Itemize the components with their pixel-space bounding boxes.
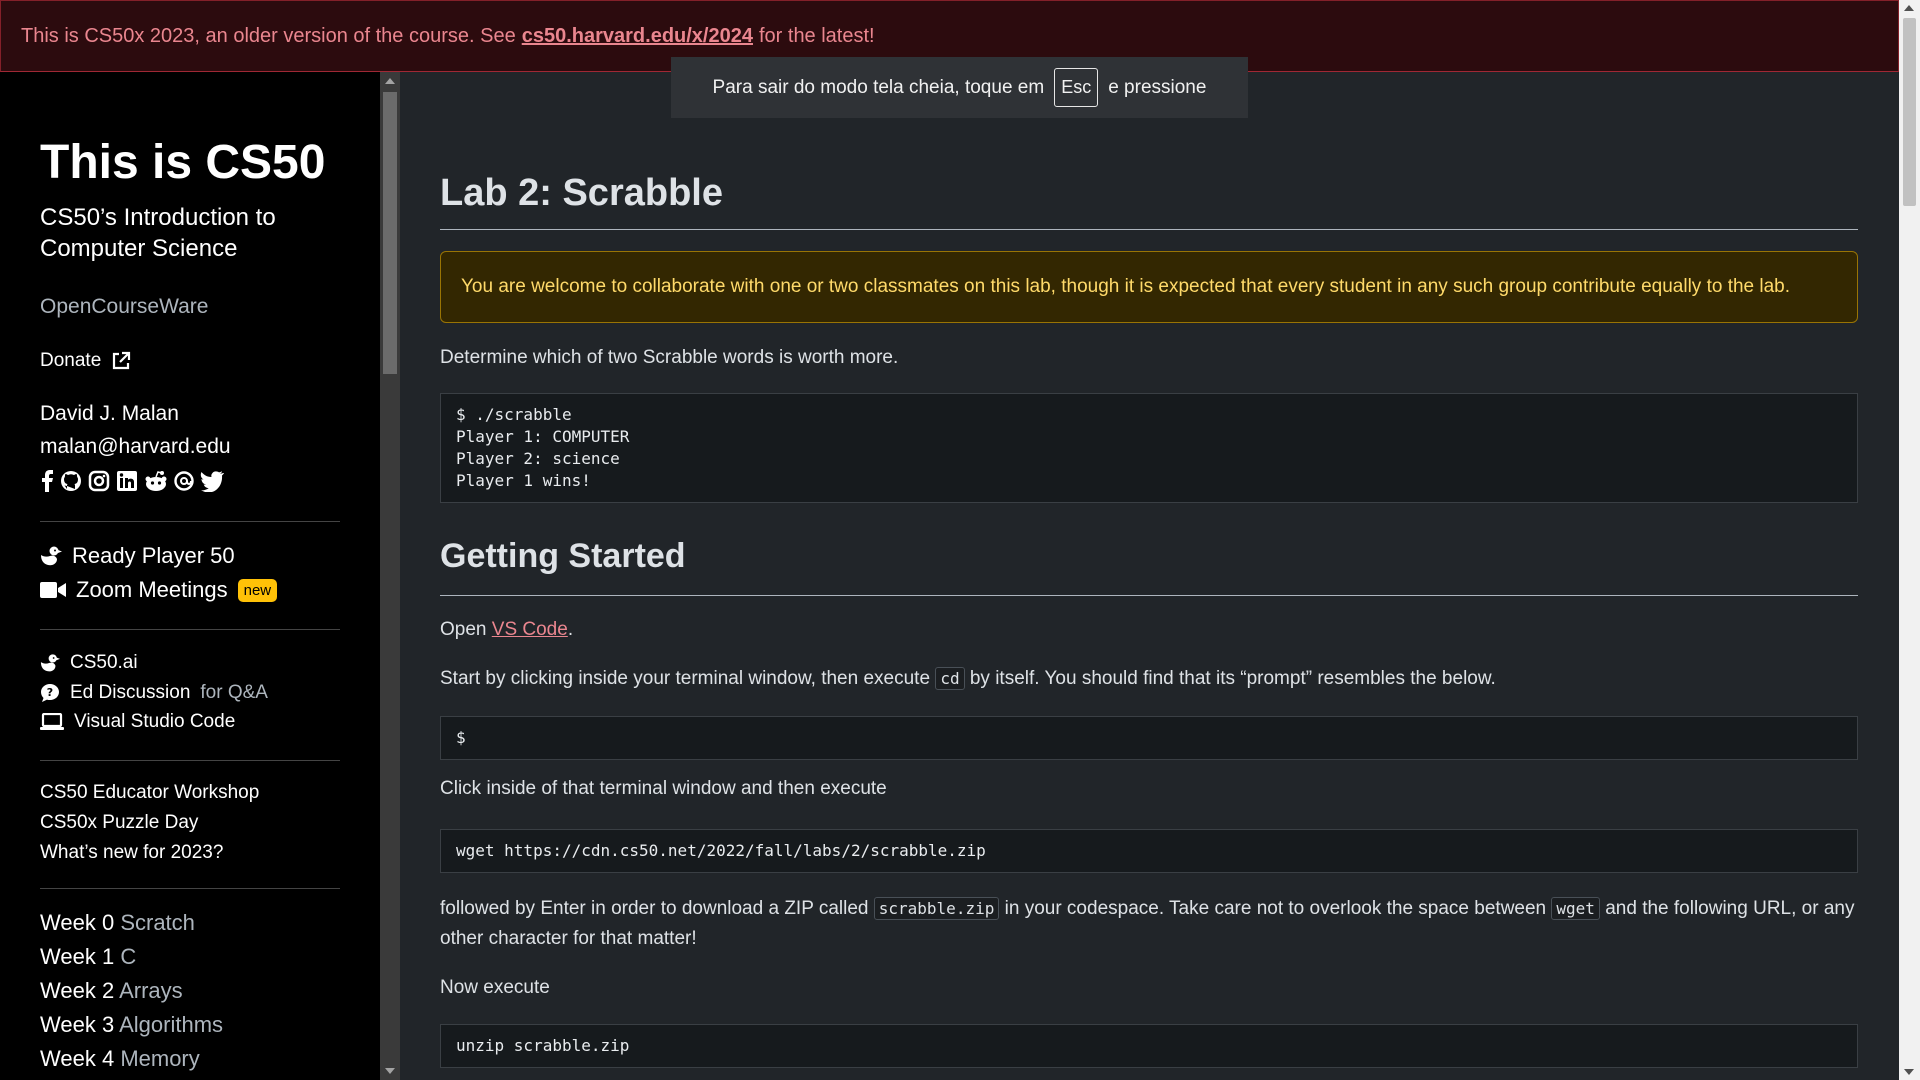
- open-label: Open: [440, 619, 487, 640]
- sidebar-item-suffix: for Q&A: [200, 682, 268, 703]
- external-link-icon: [113, 351, 131, 370]
- follow-text: in your codespace. Take care not to over…: [1004, 898, 1547, 919]
- sidebar-week-0[interactable]: Week 0 Scratch: [40, 910, 195, 936]
- week-number: Week 3: [40, 1012, 115, 1037]
- page-title: Lab 2: Scrabble: [440, 172, 723, 214]
- banner-text-end: for the latest!: [758, 24, 875, 47]
- main-content: Lab 2: Scrabble You are welcome to colla…: [440, 72, 1858, 1080]
- instagram-icon[interactable]: [88, 470, 110, 492]
- scrabble-zip-code: scrabble.zip: [873, 897, 1000, 920]
- sidebar-item-label: Ed Discussion: [70, 682, 191, 703]
- sidebar-week-4[interactable]: Week 4 Memory: [40, 1046, 200, 1072]
- week-topic: Arrays: [119, 978, 183, 1003]
- scroll-up-arrow-icon[interactable]: [1904, 5, 1914, 11]
- threads-icon[interactable]: [174, 470, 194, 492]
- divider: [40, 760, 340, 761]
- click-instruction: Click inside of that terminal window and…: [440, 778, 887, 799]
- new-badge: new: [237, 578, 278, 602]
- sidebar-link-puzzle-day[interactable]: CS50x Puzzle Day: [40, 812, 198, 834]
- sidebar-week-3[interactable]: Week 3 Algorithms: [40, 1012, 223, 1038]
- wget-code-block: wget https://cdn.cs50.net/2022/fall/labs…: [440, 829, 1858, 873]
- scroll-down-arrow-icon[interactable]: [1904, 1069, 1914, 1075]
- cd-code: cd: [935, 667, 965, 690]
- section-heading-getting-started: Getting Started: [440, 537, 686, 575]
- banner-text: This is CS50x 2023, an older version of …: [21, 24, 516, 47]
- start-instruction: Start by clicking inside your terminal w…: [440, 664, 1858, 694]
- week-number: Week 4: [40, 1046, 115, 1071]
- heading-rule: [440, 229, 1858, 230]
- wget-code: wget: [1551, 897, 1600, 920]
- sidebar: This is CS50 CS50’s Introduction to Comp…: [0, 72, 380, 1080]
- sidebar-item-ed-discussion[interactable]: ? Ed Discussion for Q&A: [40, 682, 268, 704]
- download-instruction: followed by Enter in order to download a…: [440, 894, 1858, 954]
- now-execute-text: Now execute: [440, 977, 550, 998]
- sidebar-week-2[interactable]: Week 2 Arrays: [40, 978, 183, 1004]
- week-number: Week 0: [40, 910, 115, 935]
- week-topic: Algorithms: [119, 1012, 224, 1037]
- open-vscode-text: Open VS Code.: [440, 619, 574, 640]
- heading-rule: [440, 595, 1858, 596]
- divider: [40, 629, 340, 630]
- ocw-label: OpenCourseWare: [40, 295, 209, 318]
- sidebar-item-label: Ready Player 50: [72, 543, 235, 568]
- facebook-icon[interactable]: [40, 470, 54, 492]
- scroll-up-arrow-icon[interactable]: [385, 78, 395, 84]
- toast-text-end: e pressione: [1108, 76, 1207, 98]
- scrollbar-thumb[interactable]: [383, 92, 397, 374]
- week-number: Week 1: [40, 944, 115, 969]
- collaboration-alert: You are welcome to collaborate with one …: [440, 251, 1858, 323]
- unzip-code-block: unzip scrabble.zip: [440, 1024, 1858, 1068]
- sidebar-item-label: Visual Studio Code: [74, 711, 236, 732]
- divider: [40, 888, 340, 889]
- esc-key: Esc: [1054, 68, 1099, 107]
- toast-text: Para sair do modo tela cheia, toque em: [712, 76, 1045, 98]
- fullscreen-toast: Para sair do modo tela cheia, toque em E…: [671, 57, 1248, 118]
- author-name: David J. Malan: [40, 402, 179, 425]
- svg-text:?: ?: [47, 686, 53, 699]
- demo-code-block: $ ./scrabble Player 1: COMPUTER Player 2…: [440, 393, 1858, 503]
- page-scrollbar[interactable]: [1899, 0, 1920, 1080]
- scrollbar-thumb[interactable]: [1903, 18, 1916, 206]
- week-topic: Memory: [120, 1046, 200, 1071]
- sidebar-item-label: Zoom Meetings: [76, 577, 228, 602]
- chat-icon: ?: [41, 684, 59, 702]
- duck-icon: [41, 546, 62, 566]
- sidebar-item-vscode[interactable]: Visual Studio Code: [40, 711, 235, 733]
- sidebar-item-ready-player-50[interactable]: Ready Player 50: [40, 543, 235, 569]
- start-text-end: by itself. You should find that its “pro…: [969, 668, 1496, 689]
- sidebar-item-zoom-meetings[interactable]: Zoom Meetings new: [40, 577, 278, 603]
- site-subtitle: CS50’s Introduction to Computer Science: [40, 204, 276, 262]
- banner-link[interactable]: cs50.harvard.edu/x/2024: [522, 25, 753, 48]
- video-camera-icon: [40, 582, 66, 598]
- author-email[interactable]: malan@harvard.edu: [40, 435, 231, 459]
- start-text: Start by clicking inside your terminal w…: [440, 668, 931, 689]
- scroll-down-arrow-icon[interactable]: [385, 1068, 395, 1074]
- vscode-link[interactable]: VS Code: [492, 619, 568, 640]
- sidebar-link-educator-workshop[interactable]: CS50 Educator Workshop: [40, 782, 259, 804]
- github-icon[interactable]: [60, 470, 82, 492]
- donate-link[interactable]: Donate: [40, 350, 131, 372]
- follow-text: followed by Enter in order to download a…: [440, 898, 869, 919]
- week-topic: C: [120, 944, 137, 969]
- sidebar-item-label: CS50.ai: [70, 652, 138, 673]
- week-number: Week 2: [40, 978, 115, 1003]
- prompt-code-block: $: [440, 716, 1858, 760]
- twitter-icon[interactable]: [200, 470, 224, 492]
- laptop-icon: [40, 713, 64, 730]
- intro-text: Determine which of two Scrabble words is…: [440, 347, 899, 368]
- duck-icon: [40, 654, 60, 672]
- donate-label: Donate: [40, 350, 102, 371]
- linkedin-icon[interactable]: [116, 470, 138, 492]
- sidebar-link-whats-new[interactable]: What’s new for 2023?: [40, 842, 223, 864]
- social-links: [40, 470, 224, 492]
- sidebar-item-cs50-ai[interactable]: CS50.ai: [40, 652, 138, 674]
- site-title[interactable]: This is CS50: [40, 135, 325, 190]
- week-topic: Scratch: [120, 910, 195, 935]
- sidebar-scrollbar[interactable]: [380, 72, 400, 1080]
- divider: [40, 521, 340, 522]
- reddit-icon[interactable]: [144, 470, 168, 492]
- sidebar-week-1[interactable]: Week 1 C: [40, 944, 136, 970]
